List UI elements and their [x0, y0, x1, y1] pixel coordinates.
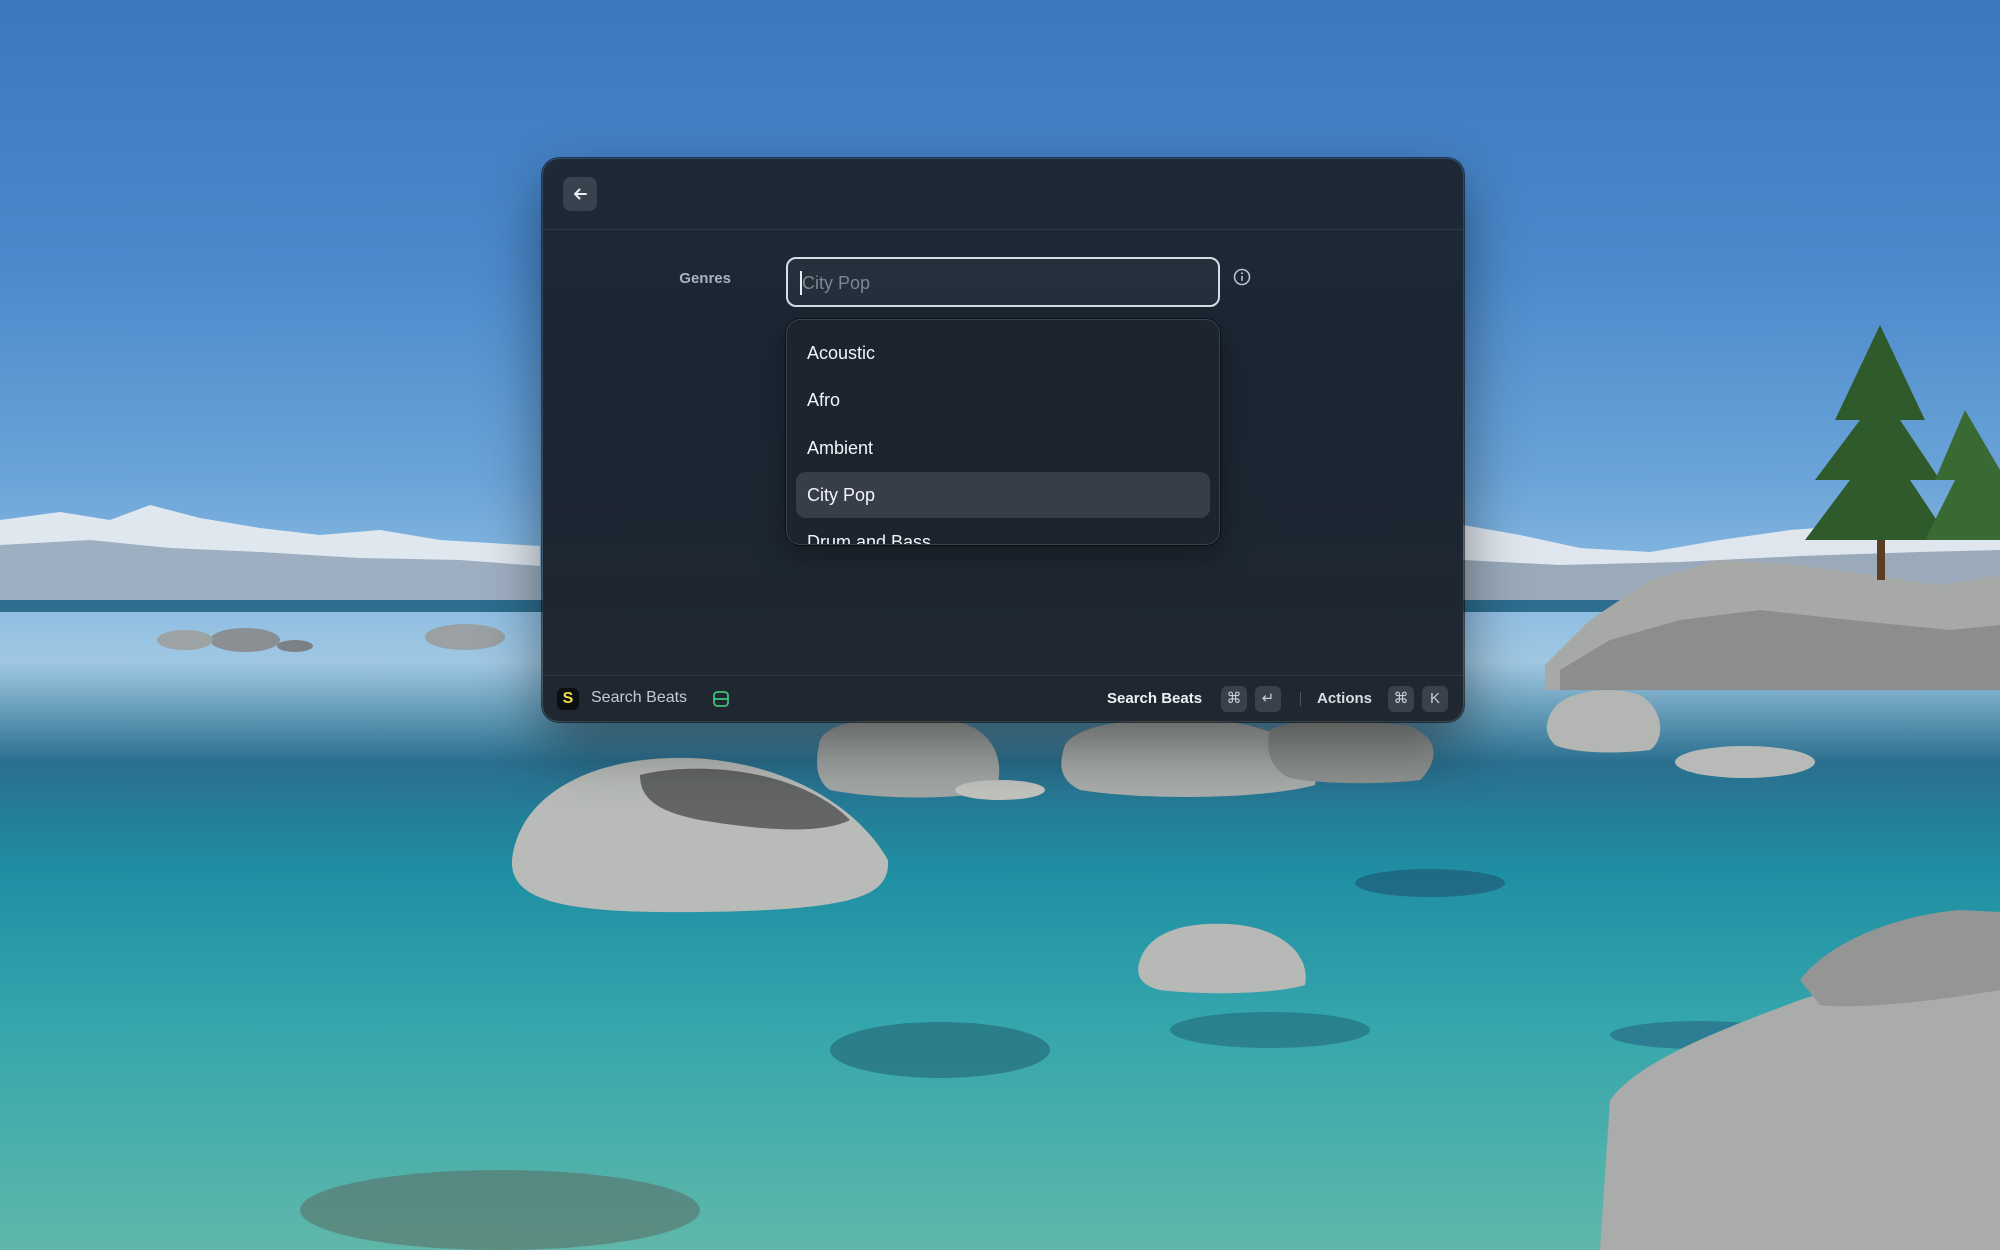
window-header	[543, 159, 1463, 230]
dropdown-option-ambient[interactable]: Ambient	[796, 425, 1210, 471]
app-title: Search Beats	[591, 689, 688, 706]
back-button[interactable]	[563, 177, 597, 211]
genres-input[interactable]	[800, 259, 1204, 307]
return-key-icon: ↵	[1255, 686, 1281, 712]
action-separator	[1300, 692, 1301, 706]
primary-action-button[interactable]: Search Beats	[1107, 690, 1202, 707]
genres-label: Genres	[679, 270, 731, 287]
action-bar: S Search Beats Search Beats ⌘ ↵ Actions …	[543, 675, 1463, 721]
command-window: Genres Acoustic Afro Ambient City Pop Dr…	[543, 159, 1463, 721]
dropdown-option-city-pop[interactable]: City Pop	[796, 472, 1210, 518]
dropdown-option-acoustic[interactable]: Acoustic	[796, 330, 1210, 376]
arrow-left-icon	[574, 188, 587, 200]
genres-input-box[interactable]	[786, 257, 1220, 307]
command-key-icon: ⌘	[1221, 686, 1247, 712]
dropdown-option-drum-and-bass[interactable]: Drum and Bass	[796, 519, 1210, 544]
command-key-icon: ⌘	[1388, 686, 1414, 712]
k-key-icon: K	[1422, 686, 1448, 712]
form-icon	[713, 691, 729, 707]
genres-dropdown[interactable]: Acoustic Afro Ambient City Pop Drum and …	[786, 319, 1220, 545]
dropdown-option-afro[interactable]: Afro	[796, 377, 1210, 423]
app-logo-icon: S	[557, 688, 579, 710]
info-icon[interactable]	[1232, 267, 1252, 287]
actions-button[interactable]: Actions	[1317, 690, 1372, 707]
